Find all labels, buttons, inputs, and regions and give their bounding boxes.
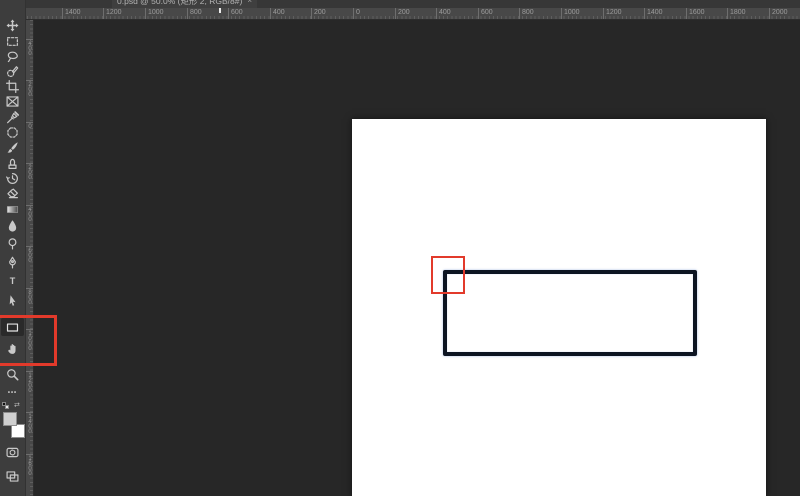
type-tool[interactable]: T <box>1 272 24 290</box>
annotation-rectangle-tool-box <box>0 315 57 366</box>
zoom-tool[interactable] <box>1 365 24 383</box>
h-ruler-label: 1200 <box>103 8 122 19</box>
h-ruler-label: 1600 <box>686 8 705 19</box>
history-brush-tool-icon <box>6 172 18 184</box>
annotation-shape-corner-box <box>431 256 465 294</box>
background-color-swatch[interactable] <box>11 424 25 438</box>
dodge-tool[interactable] <box>1 234 24 252</box>
v-ruler-label: 800 <box>26 288 33 305</box>
zoom-tool-icon <box>7 368 19 381</box>
frame-tool-icon <box>6 95 19 107</box>
h-ruler-label: 1000 <box>145 8 164 19</box>
pen-tool-icon <box>9 256 16 269</box>
h-ruler-label: 1200 <box>603 8 622 19</box>
h-ruler-label: 200 <box>311 8 326 19</box>
h-ruler-label: 2000 <box>769 8 788 19</box>
v-ruler-label: 400 <box>26 39 33 56</box>
foreground-color-swatch[interactable] <box>3 412 17 426</box>
swap-colors-icon[interactable]: ⇄ <box>14 401 20 409</box>
photoshop-window: 0.psd @ 50.0% (矩形 2, RGB/8#) × 1400 1200 1… <box>0 0 800 496</box>
h-ruler-label: 0 <box>353 8 360 19</box>
lasso-tool-icon <box>7 51 18 62</box>
h-ruler-label: 600 <box>478 8 493 19</box>
ruler-cursor-indicator <box>219 8 221 13</box>
v-ruler-label: 400 <box>26 205 33 222</box>
h-ruler-label: 800 <box>519 8 534 19</box>
quick-mask-button-icon <box>6 447 19 457</box>
h-ruler-label: 1400 <box>62 8 81 19</box>
h-ruler-label: 1800 <box>727 8 746 19</box>
quick-mask-button[interactable] <box>1 443 24 461</box>
document-tab-title: 0.psd @ 50.0% (矩形 2, RGB/8#) <box>117 0 243 6</box>
eyedropper-tool-icon <box>7 110 19 123</box>
horizontal-ruler[interactable]: 1400 1200 1000 800 600 400 200 0 200 400 600 800 100… <box>26 8 800 20</box>
canvas-area[interactable] <box>34 20 800 496</box>
marquee-tool-icon <box>7 36 18 46</box>
h-ruler-label: 400 <box>436 8 451 19</box>
v-ruler-label: 1400 <box>26 412 33 434</box>
clone-stamp-tool-icon <box>8 158 17 169</box>
tab-close-icon[interactable]: × <box>247 0 252 5</box>
h-ruler-label: 600 <box>228 8 243 19</box>
crop-tool-icon <box>6 79 19 93</box>
quick-selection-tool-icon <box>7 65 19 77</box>
v-ruler-label: 200 <box>26 163 33 180</box>
v-ruler-label: 600 <box>26 246 33 263</box>
gradient-tool-icon <box>6 205 19 213</box>
tools-panel: ⇄ T ••• <box>0 0 26 496</box>
edit-toolbar-button-icon: ••• <box>7 390 18 396</box>
blur-tool-icon <box>8 219 17 232</box>
h-ruler-label: 1000 <box>561 8 580 19</box>
move-tool-icon <box>6 19 19 31</box>
brush-tool-icon <box>7 141 18 153</box>
path-selection-tool-icon <box>9 294 16 306</box>
v-ruler-label: 200 <box>26 80 33 97</box>
pen-tool[interactable] <box>1 253 24 271</box>
screen-mode-button[interactable] <box>1 467 24 485</box>
default-colors-icon[interactable] <box>2 402 9 409</box>
tab-strip: 0.psd @ 50.0% (矩形 2, RGB/8#) × <box>26 0 800 8</box>
v-ruler-label: 0 <box>26 122 33 129</box>
screen-mode-button-icon <box>6 470 19 482</box>
document-tab[interactable]: 0.psd @ 50.0% (矩形 2, RGB/8#) × <box>112 0 257 8</box>
eraser-tool-icon <box>7 188 18 198</box>
v-ruler-label: 1200 <box>26 371 33 393</box>
h-ruler-label: 1400 <box>644 8 663 19</box>
h-ruler-label: 800 <box>187 8 202 19</box>
color-swatch-group: ⇄ <box>0 399 26 443</box>
path-selection-tool[interactable] <box>1 291 24 309</box>
healing-brush-tool-icon <box>7 126 18 138</box>
type-tool-icon: T <box>9 275 16 286</box>
h-ruler-label: 400 <box>270 8 285 19</box>
blur-tool[interactable] <box>1 216 24 234</box>
vertical-ruler[interactable]: 400 200 0 200 400 600 800 1000 1200 1400 1600 <box>26 20 34 496</box>
dodge-tool-icon <box>8 237 17 250</box>
h-ruler-label: 200 <box>395 8 410 19</box>
v-ruler-label: 1600 <box>26 454 33 476</box>
rectangle-shape <box>443 270 697 356</box>
